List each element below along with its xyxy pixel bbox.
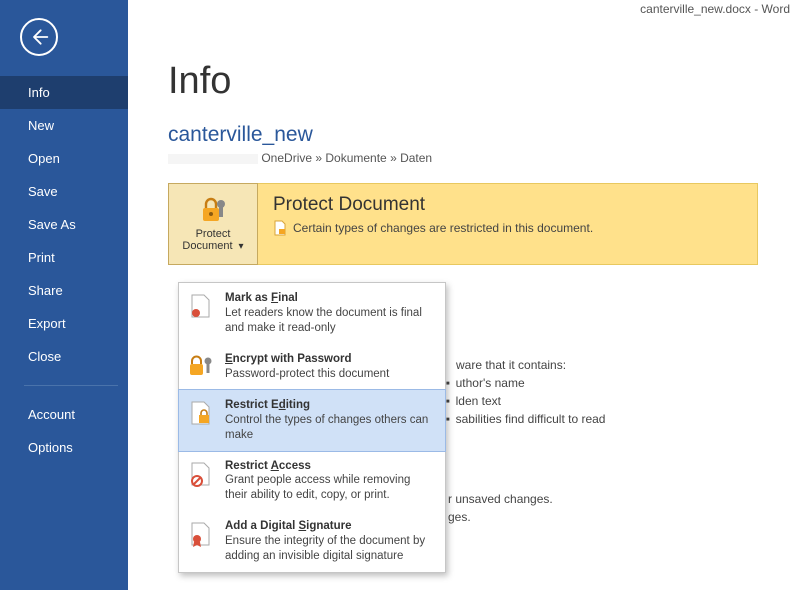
nav-open[interactable]: Open [0, 142, 128, 175]
arrow-left-icon [29, 27, 49, 47]
nav-save-as[interactable]: Save As [0, 208, 128, 241]
backstage-sidebar: Info New Open Save Save As Print Share E… [0, 0, 128, 590]
nav-share[interactable]: Share [0, 274, 128, 307]
menu-item-title: Add a Digital Signature [225, 519, 435, 534]
menu-item-title: Restrict Editing [225, 398, 435, 413]
protect-button-label: Protect Document▾ [171, 228, 255, 252]
page-title: Info [168, 60, 758, 103]
path-redacted [168, 154, 258, 164]
document-lock-icon [273, 220, 287, 236]
hidden-line: ges. [448, 508, 471, 527]
hidden-line: ware that it contains: [456, 356, 566, 375]
document-lock-icon [189, 400, 213, 426]
protect-info: Protect Document Certain types of change… [257, 184, 757, 264]
protect-title: Protect Document [273, 194, 741, 216]
protect-document-button[interactable]: Protect Document▾ [168, 183, 258, 265]
back-button[interactable] [20, 18, 58, 56]
nav-account[interactable]: Account [0, 398, 128, 431]
document-name: canterville_new [168, 123, 758, 147]
nav-info[interactable]: Info [0, 76, 128, 109]
menu-restrict-access[interactable]: Restrict Access Grant people access whil… [179, 451, 445, 512]
menu-item-title: Mark as Final [225, 291, 435, 306]
menu-item-desc: Grant people access while removing their… [225, 473, 435, 503]
nav-export[interactable]: Export [0, 307, 128, 340]
hidden-bullet: uthor's name [446, 374, 525, 393]
protect-description: Certain types of changes are restricted … [293, 221, 593, 235]
menu-digital-signature[interactable]: Add a Digital Signature Ensure the integ… [179, 511, 445, 572]
lock-key-icon [197, 194, 229, 226]
menu-item-desc: Password-protect this document [225, 367, 435, 382]
hidden-line: r unsaved changes. [448, 490, 553, 509]
window-title: canterville_new.docx - Word [640, 2, 790, 16]
nav-separator [24, 385, 118, 386]
document-block-icon [189, 461, 213, 487]
menu-mark-as-final[interactable]: Mark as Final Let readers know the docum… [179, 283, 445, 344]
document-ribbon-icon [189, 521, 213, 547]
lock-key-icon [188, 354, 214, 378]
nav-close[interactable]: Close [0, 340, 128, 373]
protect-document-panel: Protect Document▾ Protect Document Certa… [168, 183, 758, 265]
hidden-bullet: lden text [446, 392, 501, 411]
menu-item-title: Encrypt with Password [225, 352, 435, 367]
nav-print[interactable]: Print [0, 241, 128, 274]
nav-save[interactable]: Save [0, 175, 128, 208]
menu-item-desc: Control the types of changes others can … [225, 413, 435, 443]
menu-encrypt-password[interactable]: Encrypt with Password Password-protect t… [179, 344, 445, 390]
hidden-bullet: sabilities find difficult to read [446, 410, 605, 429]
menu-item-title: Restrict Access [225, 459, 435, 474]
menu-item-desc: Ensure the integrity of the document by … [225, 534, 435, 564]
menu-restrict-editing[interactable]: Restrict Editing Control the types of ch… [178, 389, 446, 452]
document-path: OneDrive » Dokumente » Daten [168, 151, 758, 165]
nav-new[interactable]: New [0, 109, 128, 142]
document-final-icon [189, 293, 213, 319]
protect-document-menu: Mark as Final Let readers know the docum… [178, 282, 446, 573]
nav-options[interactable]: Options [0, 431, 128, 464]
menu-item-desc: Let readers know the document is final a… [225, 306, 435, 336]
chevron-down-icon: ▾ [239, 241, 244, 252]
